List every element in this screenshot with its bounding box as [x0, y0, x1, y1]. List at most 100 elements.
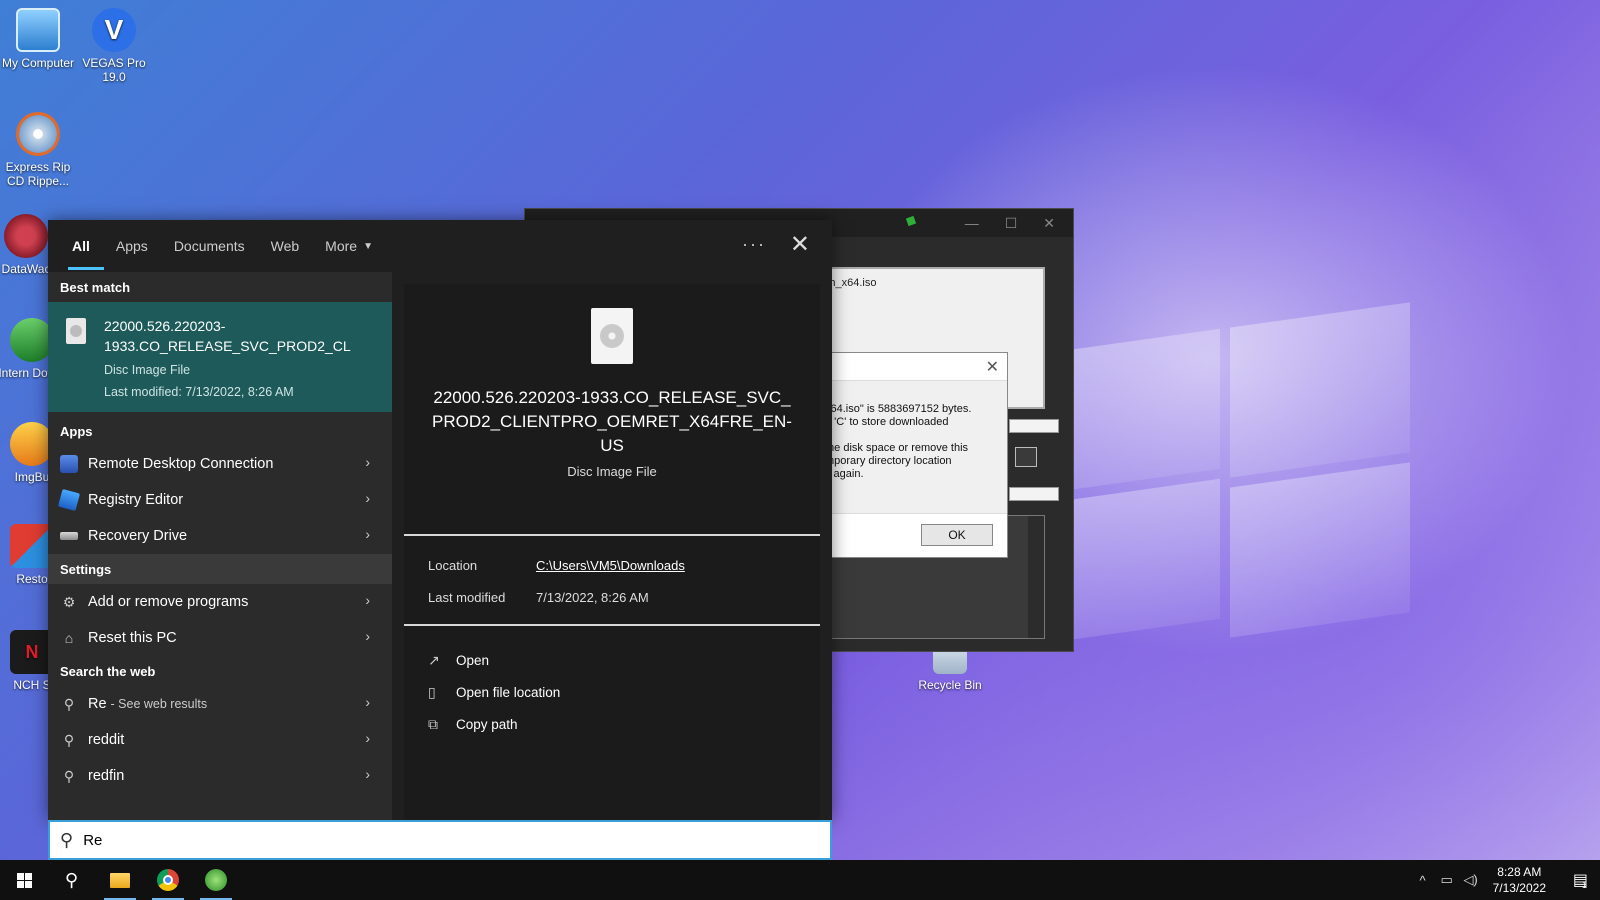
close-icon[interactable]: ✕ — [986, 357, 999, 377]
reset-icon: ⌂ — [64, 630, 74, 646]
result-remote-desktop[interactable]: Remote Desktop Connection › — [48, 446, 392, 482]
search-tabs: All Apps Documents Web More ▼ ··· ✕ — [48, 220, 832, 272]
registry-icon — [57, 488, 81, 512]
start-button[interactable] — [0, 860, 48, 900]
remote-desktop-icon — [60, 455, 78, 473]
taskbar-file-explorer[interactable] — [96, 860, 144, 900]
web-hint: - See web results — [110, 697, 208, 711]
chevron-right-icon[interactable]: › — [365, 526, 370, 542]
web-result-redfin[interactable]: ⚲ redfin › — [48, 758, 392, 794]
search-flyout[interactable]: All Apps Documents Web More ▼ ··· ✕ Best … — [48, 220, 832, 820]
result-type: Disc Image File — [104, 363, 191, 377]
chevron-right-icon[interactable]: › — [365, 592, 370, 608]
search-icon: ⚲ — [63, 695, 75, 712]
search-icon: ⚲ — [63, 731, 75, 748]
preview-header: 22000.526.220203-1933.CO_RELEASE_SVC_PRO… — [404, 308, 820, 536]
close-search-icon[interactable]: ✕ — [790, 230, 810, 259]
location-label: Location — [428, 558, 478, 573]
preview-metadata: Location C:\Users\VM5\Downloads Last mod… — [404, 536, 820, 626]
desktop-icon-label: VEGAS Pro 19.0 — [82, 56, 146, 84]
action-open-file-location[interactable]: ▯ Open file location — [428, 676, 820, 708]
more-options-icon[interactable]: ··· — [742, 234, 766, 255]
search-input[interactable] — [83, 831, 684, 849]
result-modified: Last modified: 7/13/2022, 8:26 AM — [104, 385, 294, 399]
best-match-result[interactable]: 22000.526.220203- 1933.CO_RELEASE_SVC_PRO… — [48, 302, 392, 412]
system-tray: ^ ▭ ◁) 8:28 AM 7/13/2022 ▤ 1 — [1411, 860, 1600, 900]
drive-icon — [60, 532, 78, 540]
copy-icon: ⧉ — [428, 715, 438, 732]
action-open[interactable]: ↗ Open — [428, 644, 820, 676]
tab-web[interactable]: Web — [271, 220, 300, 272]
chevron-right-icon[interactable]: › — [365, 694, 370, 710]
chrome-icon — [157, 869, 179, 891]
progress-bar — [1009, 419, 1059, 433]
desktop-icon-label: Recycle Bin — [918, 678, 982, 692]
checkbox[interactable] — [1015, 447, 1037, 467]
location-link[interactable]: C:\Users\VM5\Downloads — [536, 558, 685, 590]
desktop-icon-label: My Computer — [1, 56, 75, 70]
search-bar[interactable]: ⚲ — [48, 820, 832, 860]
ok-button[interactable]: OK — [921, 524, 993, 546]
network-icon[interactable]: ▭ — [1435, 872, 1459, 888]
chevron-right-icon[interactable]: › — [365, 628, 370, 644]
disc-image-icon — [591, 308, 633, 364]
web-result-reddit[interactable]: ⚲ reddit › — [48, 722, 392, 758]
chevron-right-icon[interactable]: › — [365, 730, 370, 746]
search-icon: ⚲ — [63, 767, 75, 784]
open-icon: ↗ — [428, 651, 440, 668]
show-hidden-icons-icon[interactable]: ^ — [1411, 873, 1435, 888]
preview-actions: ↗ Open ▯ Open file location ⧉ Copy path — [404, 626, 820, 740]
tab-all[interactable]: All — [68, 220, 104, 272]
chevron-right-icon[interactable]: › — [365, 490, 370, 506]
search-icon: ⚲ — [65, 869, 79, 890]
result-registry-editor[interactable]: Registry Editor › — [48, 482, 392, 518]
result-reset-pc[interactable]: ⌂ Reset this PC › — [48, 620, 392, 656]
results-list: Best match 22000.526.220203- 1933.CO_RELE… — [48, 272, 392, 820]
minimize-button[interactable]: — — [965, 215, 979, 231]
desktop-icon-vegas-pro[interactable]: V VEGAS Pro 19.0 — [76, 8, 152, 84]
result-add-remove-programs[interactable]: ⚙ Add or remove programs › — [48, 584, 392, 620]
error-dialog[interactable]: ✕ x64.iso" is 5883697152 bytes. e 'C' to … — [820, 352, 1008, 558]
preview-type: Disc Image File — [567, 464, 657, 479]
gear-icon: ⚙ — [62, 593, 76, 610]
chevron-right-icon[interactable]: › — [365, 454, 370, 470]
message-line: x64.iso" is 5883697152 bytes. — [825, 403, 972, 415]
windows-start-icon — [16, 872, 32, 888]
folder-icon: ▯ — [428, 683, 436, 700]
result-name: 22000.526.220203- 1933.CO_RELEASE_SVC_PRO… — [104, 318, 351, 354]
tab-documents[interactable]: Documents — [174, 220, 245, 272]
notification-center-button[interactable]: ▤ 1 — [1560, 860, 1600, 900]
desktop-icon-my-computer[interactable]: My Computer — [0, 8, 76, 70]
clock[interactable]: 8:28 AM 7/13/2022 — [1493, 864, 1546, 896]
computer-icon — [16, 8, 60, 52]
taskbar-chrome[interactable] — [144, 860, 192, 900]
chevron-right-icon[interactable]: › — [365, 766, 370, 782]
wallpaper-windows-logo — [1060, 300, 1420, 642]
message-line: mporary directory location — [825, 455, 952, 467]
download-manager-icon — [205, 869, 227, 891]
web-result-re[interactable]: ⚲ Re - See web results › — [48, 686, 392, 722]
preview-title: 22000.526.220203-1933.CO_RELEASE_SVC_PRO… — [432, 388, 792, 455]
result-recovery-drive[interactable]: Recovery Drive › — [48, 518, 392, 554]
modified-label: Last modified — [428, 590, 506, 605]
cd-icon — [16, 112, 60, 156]
preview-pane: 22000.526.220203-1933.CO_RELEASE_SVC_PRO… — [404, 284, 820, 820]
desktop-icon-express-rip[interactable]: Express Rip CD Rippe... — [0, 112, 76, 188]
close-button[interactable]: ✕ — [1043, 215, 1055, 232]
tab-apps[interactable]: Apps — [116, 220, 148, 272]
datawac-icon — [4, 214, 48, 258]
clock-time: 8:28 AM — [1497, 865, 1542, 879]
taskbar: ⚲ ^ ▭ ◁) 8:28 AM 7/13/2022 ▤ 1 — [0, 860, 1600, 900]
tab-more[interactable]: More ▼ — [325, 220, 373, 272]
taskbar-search-button[interactable]: ⚲ — [48, 860, 96, 900]
maximize-button[interactable]: ☐ — [1005, 215, 1018, 232]
clock-date: 7/13/2022 — [1492, 881, 1546, 895]
dialog-titlebar[interactable]: ✕ — [821, 353, 1007, 381]
scrollbar[interactable] — [1028, 516, 1044, 638]
volume-icon[interactable]: ◁) — [1459, 872, 1483, 888]
dialog-button-row: OK — [821, 513, 1007, 557]
action-copy-path[interactable]: ⧉ Copy path — [428, 708, 820, 740]
file-explorer-icon — [110, 872, 130, 888]
taskbar-download-manager[interactable] — [192, 860, 240, 900]
progress-bar — [1009, 487, 1059, 501]
